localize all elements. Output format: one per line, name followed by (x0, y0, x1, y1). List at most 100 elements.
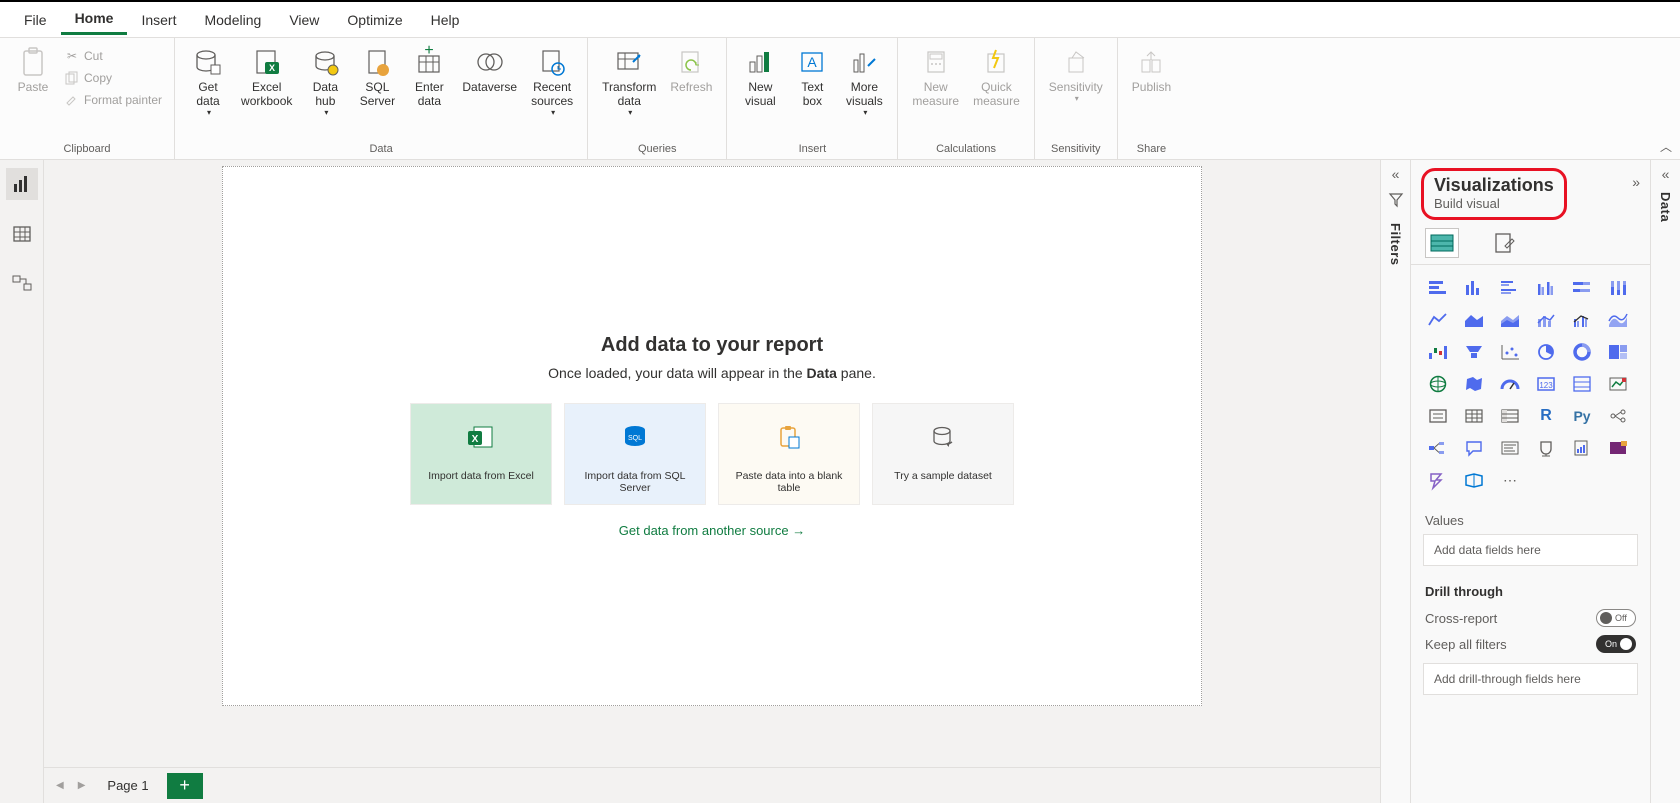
tab-modeling[interactable]: Modeling (190, 6, 275, 34)
drill-through-field-well[interactable]: Add drill-through fields here (1423, 663, 1638, 695)
azure-map-icon[interactable] (1459, 467, 1489, 493)
prev-page-button[interactable]: ◀ (52, 780, 68, 791)
gauge-icon[interactable] (1495, 371, 1525, 397)
stacked-column-chart-icon[interactable] (1459, 275, 1489, 301)
line-stacked-column-icon[interactable] (1531, 307, 1561, 333)
get-more-visuals-icon[interactable]: ⋯ (1495, 467, 1525, 493)
goals-icon[interactable] (1531, 435, 1561, 461)
import-excel-card[interactable]: X Import data from Excel (410, 403, 552, 505)
report-view-button[interactable] (6, 168, 38, 200)
map-icon[interactable] (1423, 371, 1453, 397)
refresh-button[interactable]: Refresh (664, 42, 718, 98)
next-page-button[interactable]: ▶ (74, 780, 90, 791)
stacked-bar-chart-icon[interactable] (1423, 275, 1453, 301)
line-clustered-column-icon[interactable] (1567, 307, 1597, 333)
ribbon-collapse-button[interactable]: ︿ (1660, 138, 1672, 155)
data-expand-button[interactable]: « (1662, 166, 1670, 182)
svg-text:SQL: SQL (628, 435, 642, 442)
r-visual-icon[interactable]: R (1531, 403, 1561, 429)
publish-button[interactable]: Publish (1126, 42, 1177, 98)
key-influencers-icon[interactable] (1603, 403, 1633, 429)
text-box-label: Text box (801, 80, 823, 108)
data-pane-collapsed: « Data (1650, 160, 1680, 803)
paste-data-card[interactable]: Paste data into a blank table (718, 403, 860, 505)
values-field-well[interactable]: Add data fields here (1423, 534, 1638, 566)
visual-gallery: 123 R Py ⋯ (1411, 265, 1650, 503)
smart-narrative-icon[interactable] (1495, 435, 1525, 461)
excel-workbook-button[interactable]: X Excel workbook (235, 42, 298, 112)
area-chart-icon[interactable] (1459, 307, 1489, 333)
tab-insert[interactable]: Insert (127, 6, 190, 34)
transform-data-button[interactable]: Transform data▾ (596, 42, 662, 121)
tab-file[interactable]: File (10, 6, 61, 34)
get-data-another-source-link[interactable]: Get data from another source → (619, 523, 805, 538)
clustered-bar-chart-icon[interactable] (1495, 275, 1525, 301)
waterfall-chart-icon[interactable] (1423, 339, 1453, 365)
enter-data-button[interactable]: + Enter data (404, 42, 454, 112)
paste-button[interactable]: Paste (8, 42, 58, 98)
import-sql-card[interactable]: SQL Import data from SQL Server (564, 403, 706, 505)
quick-measure-button[interactable]: Quick measure (967, 42, 1026, 112)
tab-help[interactable]: Help (417, 6, 474, 34)
filled-map-icon[interactable] (1459, 371, 1489, 397)
hundred-stacked-column-icon[interactable] (1603, 275, 1633, 301)
slicer-icon[interactable] (1423, 403, 1453, 429)
hundred-stacked-bar-icon[interactable] (1567, 275, 1597, 301)
python-visual-icon[interactable]: Py (1567, 403, 1597, 429)
matrix-icon[interactable] (1495, 403, 1525, 429)
svg-text:X: X (269, 63, 275, 73)
funnel-chart-icon[interactable] (1459, 339, 1489, 365)
dataverse-button[interactable]: Dataverse (456, 42, 523, 98)
model-view-button[interactable] (6, 268, 38, 300)
copy-button[interactable]: Copy (60, 68, 166, 88)
more-visuals-button[interactable]: More visuals▾ (839, 42, 889, 121)
build-visual-tab[interactable] (1425, 228, 1459, 258)
sql-server-icon (361, 46, 393, 78)
enter-data-label: Enter data (415, 80, 444, 108)
cut-button[interactable]: ✂ Cut (60, 46, 166, 66)
format-painter-button[interactable]: Format painter (60, 90, 166, 110)
tab-view[interactable]: View (275, 6, 333, 34)
report-canvas[interactable]: Add data to your report Once loaded, you… (222, 166, 1202, 706)
format-visual-tab[interactable] (1487, 228, 1521, 258)
transform-icon (613, 46, 645, 78)
clustered-column-chart-icon[interactable] (1531, 275, 1561, 301)
kpi-icon[interactable] (1603, 371, 1633, 397)
sensitivity-button[interactable]: Sensitivity ▾ (1043, 42, 1109, 107)
sample-dataset-card[interactable]: Try a sample dataset (872, 403, 1014, 505)
pie-chart-icon[interactable] (1531, 339, 1561, 365)
stacked-area-chart-icon[interactable] (1495, 307, 1525, 333)
filters-pane-label: Filters (1388, 223, 1403, 266)
power-apps-icon[interactable] (1603, 435, 1633, 461)
table-icon[interactable] (1459, 403, 1489, 429)
decomposition-tree-icon[interactable] (1423, 435, 1453, 461)
page-tab-1[interactable]: Page 1 (95, 774, 160, 797)
filters-expand-button[interactable]: « (1392, 166, 1400, 182)
data-hub-button[interactable]: Data hub▾ (300, 42, 350, 121)
tab-home[interactable]: Home (61, 4, 128, 35)
add-page-button[interactable]: + (167, 773, 203, 799)
card-icon[interactable]: 123 (1531, 371, 1561, 397)
keep-all-filters-toggle[interactable]: On (1596, 635, 1636, 653)
new-visual-button[interactable]: New visual (735, 42, 785, 112)
refresh-label: Refresh (670, 80, 712, 94)
ribbon-chart-icon[interactable] (1603, 307, 1633, 333)
line-chart-icon[interactable] (1423, 307, 1453, 333)
qa-visual-icon[interactable] (1459, 435, 1489, 461)
new-measure-button[interactable]: New measure (906, 42, 965, 112)
treemap-icon[interactable] (1603, 339, 1633, 365)
tab-optimize[interactable]: Optimize (333, 6, 416, 34)
donut-chart-icon[interactable] (1567, 339, 1597, 365)
viz-expand-button[interactable]: » (1632, 168, 1640, 190)
multi-row-card-icon[interactable] (1567, 371, 1597, 397)
transform-label: Transform data (602, 80, 656, 108)
recent-sources-button[interactable]: Recent sources▾ (525, 42, 579, 121)
table-view-button[interactable] (6, 218, 38, 250)
cross-report-toggle[interactable]: Off (1596, 609, 1636, 627)
get-data-button[interactable]: Get data▾ (183, 42, 233, 121)
text-box-button[interactable]: A Text box (787, 42, 837, 112)
sql-server-button[interactable]: SQL Server (352, 42, 402, 112)
paginated-report-icon[interactable] (1567, 435, 1597, 461)
scatter-chart-icon[interactable] (1495, 339, 1525, 365)
power-automate-icon[interactable] (1423, 467, 1453, 493)
